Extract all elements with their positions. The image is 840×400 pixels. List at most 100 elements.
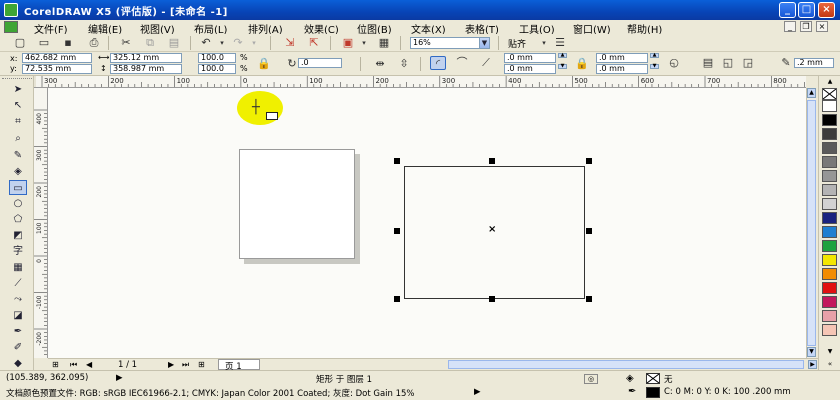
selection-handle-top-left[interactable] xyxy=(394,158,400,164)
zoom-tool-icon[interactable]: ⌕ xyxy=(9,131,27,146)
color-swatch[interactable] xyxy=(822,114,837,126)
selection-handle-bottom-left[interactable] xyxy=(394,296,400,302)
corner-radius-bottom-right[interactable]: .0 mm xyxy=(596,64,648,74)
color-swatch[interactable] xyxy=(822,226,837,238)
rectangle-tool-icon[interactable]: ▭ xyxy=(9,180,27,195)
relative-corner-icon[interactable]: ◵ xyxy=(666,56,682,70)
color-swatch[interactable] xyxy=(822,282,837,294)
cut-icon[interactable]: ✂ xyxy=(118,36,134,50)
horizontal-scroll-thumb[interactable] xyxy=(448,360,804,369)
x-position-field[interactable]: 462.682 mm xyxy=(22,53,92,63)
palette-scroll-up-icon[interactable]: ▲ xyxy=(823,78,837,88)
previous-page-icon[interactable]: ◀ xyxy=(86,360,92,369)
outline-color-swatch[interactable] xyxy=(646,387,660,398)
palette-scroll-down-icon[interactable]: ▼ xyxy=(823,348,837,358)
text-tool-icon[interactable]: 字 xyxy=(9,244,27,259)
eyedropper-tool-icon[interactable]: ✒ xyxy=(9,324,27,339)
minimize-button[interactable]: _ xyxy=(779,2,796,18)
lock-corners-icon[interactable]: 🔒 xyxy=(574,57,590,71)
add-page-icon[interactable]: ⊞ xyxy=(52,360,59,369)
vertical-scroll-thumb[interactable] xyxy=(807,100,816,346)
smart-fill-tool-icon[interactable]: ◈ xyxy=(9,164,27,179)
color-swatch[interactable] xyxy=(822,212,837,224)
selection-handle-bottom[interactable] xyxy=(489,296,495,302)
maximize-button[interactable]: □ xyxy=(798,2,815,18)
basic-shapes-tool-icon[interactable]: ◩ xyxy=(9,228,27,243)
toolbox-grip[interactable] xyxy=(2,78,32,80)
color-swatch[interactable] xyxy=(822,170,837,182)
scroll-down-icon[interactable]: ▼ xyxy=(807,347,816,357)
spin-up-icon-2[interactable]: ▲ xyxy=(650,53,659,58)
color-swatch[interactable] xyxy=(822,310,837,322)
color-swatch[interactable] xyxy=(822,296,837,308)
center-mark[interactable]: × xyxy=(488,224,496,235)
vertical-scrollbar[interactable]: ▲ ▼ xyxy=(806,88,816,358)
horizontal-ruler[interactable]: 3002001000100200300400500600700800900 xyxy=(36,76,806,88)
add-page-end-icon[interactable]: ⊞ xyxy=(198,360,205,369)
new-document-icon[interactable]: ▢ xyxy=(12,36,28,50)
palette-flyout-icon[interactable]: « xyxy=(823,360,837,370)
mirror-horizontal-icon[interactable]: ⇹ xyxy=(372,57,388,71)
application-launcher-icon[interactable]: ▣ xyxy=(340,36,356,50)
welcome-screen-icon[interactable]: ▦ xyxy=(376,36,392,50)
object-width-field[interactable]: 325.12 mm xyxy=(110,53,182,63)
launcher-dropdown-icon[interactable]: ▾ xyxy=(356,36,372,50)
table-tool-icon[interactable]: ▦ xyxy=(9,260,27,275)
shape-tool-icon[interactable]: ↖ xyxy=(9,98,27,113)
rotation-angle-field[interactable]: .0 xyxy=(298,58,342,68)
doc-minimize-button[interactable]: _ xyxy=(784,21,796,32)
close-button[interactable]: × xyxy=(818,2,835,18)
spin-up-icon[interactable]: ▲ xyxy=(558,53,567,58)
zoom-level-field[interactable]: 16% xyxy=(410,37,480,49)
corner-radius-top-right[interactable]: .0 mm xyxy=(596,53,648,63)
open-folder-icon[interactable]: ▭ xyxy=(36,36,52,50)
outline-width-field[interactable]: .2 mm xyxy=(794,58,834,68)
print-icon[interactable]: ⎙ xyxy=(86,36,102,50)
options-icon[interactable]: ☰ xyxy=(552,36,568,50)
doc-close-button[interactable]: × xyxy=(816,21,828,32)
copy-icon[interactable]: ⧉ xyxy=(142,36,158,50)
mirror-vertical-icon[interactable]: ⇳ xyxy=(396,57,412,71)
freehand-tool-icon[interactable]: ✎ xyxy=(9,148,27,163)
object-height-field[interactable]: 358.987 mm xyxy=(110,64,182,74)
scroll-up-icon[interactable]: ▲ xyxy=(807,88,816,98)
color-swatch[interactable] xyxy=(822,198,837,210)
snap-dropdown-icon[interactable]: ▾ xyxy=(536,36,552,50)
color-swatch[interactable] xyxy=(822,128,837,140)
no-color-swatch[interactable] xyxy=(822,88,837,100)
to-front-icon[interactable]: ◱ xyxy=(720,56,736,70)
last-page-icon[interactable]: ⏭ xyxy=(182,360,189,370)
selection-handle-bottom-right[interactable] xyxy=(586,296,592,302)
dimension-tool-icon[interactable]: ⟋ xyxy=(9,276,27,291)
ellipse-tool-icon[interactable]: ○ xyxy=(9,196,27,211)
color-swatch[interactable] xyxy=(822,156,837,168)
color-swatch[interactable] xyxy=(822,240,837,252)
redo-icon[interactable]: ↷ xyxy=(230,36,246,50)
color-profile-info[interactable]: 文档颜色预置文件: RGB: sRGB IEC61966-2.1; CMYK: … xyxy=(6,387,415,399)
page-tab[interactable]: 页 1 xyxy=(218,359,260,372)
first-page-icon[interactable]: ⏮ xyxy=(70,360,77,370)
profile-arrow-icon[interactable]: ▶ xyxy=(474,387,481,397)
connector-tool-icon[interactable]: ⤳ xyxy=(9,292,27,307)
status-arrow-icon[interactable]: ▶ xyxy=(116,373,123,383)
lock-ratio-icon[interactable]: 🔒 xyxy=(256,57,272,71)
redo-dropdown-icon[interactable]: ▾ xyxy=(246,36,262,50)
selection-handle-right[interactable] xyxy=(586,228,592,234)
fill-none-swatch[interactable] xyxy=(646,373,660,384)
scale-height-field[interactable]: 100.0 xyxy=(198,64,236,74)
scroll-right-icon[interactable]: ▶ xyxy=(808,360,817,369)
round-corner-icon[interactable]: ◜ xyxy=(430,56,446,70)
to-back-icon[interactable]: ◲ xyxy=(740,56,756,70)
crop-tool-icon[interactable]: ⌗ xyxy=(9,114,27,129)
corner-radius-top-left[interactable]: .0 mm xyxy=(504,53,556,63)
color-swatch[interactable] xyxy=(822,324,837,336)
selection-handle-left[interactable] xyxy=(394,228,400,234)
y-position-field[interactable]: 72.535 mm xyxy=(22,64,92,74)
chamfer-corner-icon[interactable]: ⟋ xyxy=(478,56,494,70)
outline-tool-icon[interactable]: ✐ xyxy=(9,340,27,355)
vertical-ruler[interactable]: 400 300 200 100 0 -100 -200 xyxy=(34,88,48,358)
undo-icon[interactable]: ↶ xyxy=(198,36,214,50)
wrap-text-icon[interactable]: ▤ xyxy=(700,56,716,70)
spin-down-icon-2[interactable]: ▼ xyxy=(650,64,659,69)
doc-restore-button[interactable]: ❐ xyxy=(800,21,812,32)
